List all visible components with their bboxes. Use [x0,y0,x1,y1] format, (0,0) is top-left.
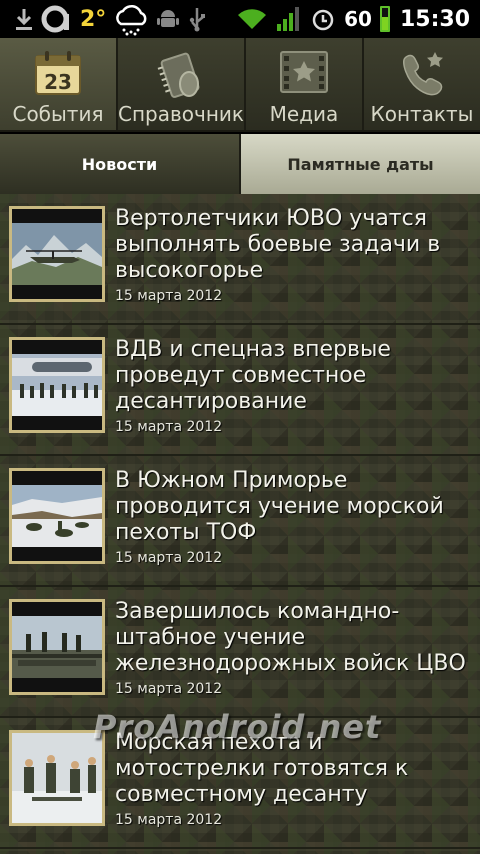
list-item[interactable]: ВДВ и спецназ впервые проведут совместно… [0,325,480,456]
wifi-icon [236,7,268,31]
news-sub-tabs: Новости Памятные даты [0,134,480,194]
calendar-icon: 23 [34,50,82,100]
news-date: 15 марта 2012 [115,419,223,435]
news-date: 15 марта 2012 [115,288,223,304]
news-title: Вертолетчики ЮВО учатся выполнять боевые… [115,206,441,283]
temperature-text: 2° [80,6,107,32]
news-date: 15 марта 2012 [115,681,223,697]
battery-icon [379,6,390,32]
signal-icon [276,6,302,32]
news-thumbnail [9,468,105,564]
android-debug-icon [156,7,180,31]
news-thumbnail [9,206,105,302]
tab-directory-label: Справочник [118,102,244,126]
tab-contacts-label: Контакты [370,102,474,126]
tab-events[interactable]: 23 События [0,38,118,130]
alarm-icon [310,6,336,32]
list-item[interactable]: Вертолетчики ЮВО учатся выполнять боевые… [0,194,480,325]
directory-icon [156,50,206,104]
phone-star-icon [397,50,447,102]
news-date: 15 марта 2012 [115,812,223,828]
tab-media-label: Медиа [269,102,339,126]
news-date: 15 марта 2012 [115,550,223,566]
calendar-day: 23 [44,70,72,94]
list-item[interactable]: Завершилось командно-штабное учение желе… [0,587,480,718]
download-icon [14,7,34,31]
main-tab-bar: 23 События Справочник Медиа Контакты [0,38,480,132]
app-a-icon [40,4,72,34]
news-title: В Южном Приморье проводится учение морск… [115,468,444,545]
weather-icon [112,2,150,36]
news-title: Морская пехота и мотострелки готовятся к… [115,730,409,807]
tab-contacts[interactable]: Контакты [364,38,480,130]
news-title: Завершилось командно-штабное учение желе… [115,599,466,676]
news-list[interactable]: Вертолетчики ЮВО учатся выполнять боевые… [0,194,480,854]
battery-level-text: 60 [344,7,372,31]
status-bar: 2° 60 15:30 [0,0,480,38]
tab-directory[interactable]: Справочник [118,38,246,130]
tab-events-label: События [12,102,104,126]
tab-news[interactable]: Новости [0,134,239,194]
list-item[interactable]: Морская пехота и мотострелки готовятся к… [0,718,480,849]
tab-media[interactable]: Медиа [246,38,364,130]
usb-icon [186,6,208,32]
list-item[interactable]: В Южном Приморье проводится учение морск… [0,456,480,587]
tab-memorable-dates[interactable]: Памятные даты [239,134,480,194]
news-title: ВДВ и спецназ впервые проведут совместно… [115,337,391,414]
news-thumbnail [9,337,105,433]
clock-text: 15:30 [399,6,470,32]
news-thumbnail [9,730,105,826]
news-thumbnail [9,599,105,695]
film-star-icon [279,50,329,98]
